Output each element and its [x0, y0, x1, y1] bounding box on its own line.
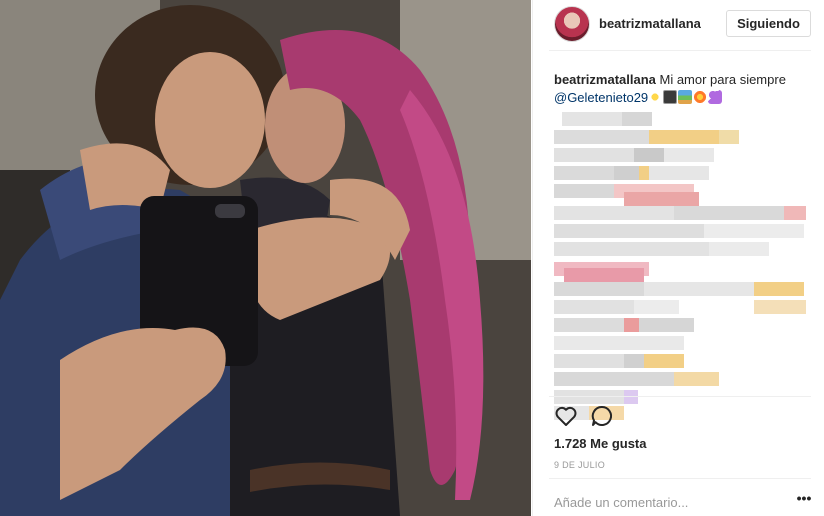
rainbow-landscape-icon [678, 90, 693, 104]
comments-list [554, 112, 816, 422]
sparkles-icon [648, 90, 663, 104]
comment-blurred [554, 336, 816, 354]
comment-blurred [554, 282, 816, 300]
comment-divider [549, 478, 811, 479]
collision-icon [693, 90, 708, 104]
heart-outline-icon[interactable] [554, 404, 580, 430]
comment-input[interactable] [554, 493, 784, 511]
comment-blurred [554, 206, 816, 224]
post-actions [554, 404, 634, 430]
avatar[interactable] [554, 6, 590, 42]
comment-blurred [554, 318, 816, 336]
comment-blurred [554, 372, 816, 390]
username[interactable]: beatrizmatallana [599, 16, 701, 31]
post-photo[interactable] [0, 0, 531, 516]
comment-blurred [554, 262, 816, 282]
caption-text: Mi amor para siempre [659, 72, 786, 87]
photo-illustration [0, 0, 531, 516]
post-header: beatrizmatallana Siguiendo [533, 0, 824, 50]
comment-blurred [554, 148, 816, 166]
comment-blurred [554, 242, 816, 262]
comment-blurred [554, 354, 816, 372]
caption-mention[interactable]: @Geletenieto29 [554, 90, 648, 105]
post-date[interactable]: 9 DE JULIO [554, 460, 605, 470]
actions-divider [549, 396, 811, 397]
following-button[interactable]: Siguiendo [726, 10, 811, 37]
comment-blurred [554, 166, 816, 184]
night-city-icon [663, 90, 678, 104]
more-options-icon[interactable]: ••• [795, 491, 813, 510]
comment-blurred [554, 112, 816, 130]
comment-blurred [554, 184, 816, 206]
likes-count[interactable]: 1.728 Me gusta [554, 436, 647, 451]
header-divider [549, 50, 811, 51]
comment-blurred [554, 224, 816, 242]
purple-heart-icon [708, 90, 723, 104]
caption-username[interactable]: beatrizmatallana [554, 72, 656, 87]
post-sidebar: beatrizmatallana Siguiendo beatrizmatall… [532, 0, 824, 516]
comment-blurred [554, 130, 816, 148]
comment-blurred [554, 300, 816, 318]
speech-bubble-icon[interactable] [590, 404, 616, 430]
post-caption: beatrizmatallana Mi amor para siempre @G… [554, 71, 814, 107]
